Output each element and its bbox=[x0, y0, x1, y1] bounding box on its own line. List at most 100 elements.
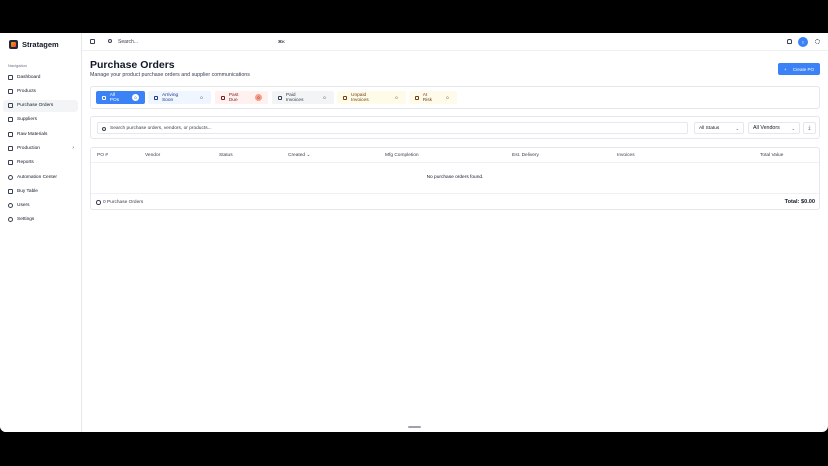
status-select-value: All Status bbox=[699, 125, 720, 131]
download-icon: ⤓ bbox=[808, 125, 811, 131]
sidebar-item-label: Products bbox=[17, 88, 36, 94]
bell-icon[interactable] bbox=[787, 39, 792, 44]
layers-icon bbox=[8, 131, 13, 137]
sidebar-item-purchase-orders[interactable]: Purchase Orders bbox=[3, 99, 78, 112]
filter-past-due[interactable]: Past Due 0 bbox=[215, 91, 268, 104]
search-icon bbox=[108, 39, 112, 43]
truck-icon bbox=[8, 117, 13, 123]
sidebar-item-label: Purchase Orders bbox=[17, 103, 54, 109]
automation-icon bbox=[8, 174, 13, 180]
order-count-icon bbox=[96, 200, 101, 205]
column-header-vendor[interactable]: Vendor bbox=[145, 153, 160, 158]
filter-arriving-soon[interactable]: Arriving Soon 0 bbox=[148, 91, 211, 104]
chevron-right-icon[interactable]: › bbox=[72, 145, 74, 151]
app-window: Stratagem Navigation Dashboard Products … bbox=[0, 33, 828, 432]
export-button[interactable]: ⤓ bbox=[803, 122, 816, 134]
sidebar-toggle-icon[interactable] bbox=[90, 39, 95, 44]
filter-all-pos[interactable]: All POs 0 bbox=[96, 91, 145, 104]
vendor-select[interactable]: All Vendors ⌄ bbox=[748, 122, 800, 134]
filter-paid-invoices[interactable]: Paid Invoices 0 bbox=[272, 91, 334, 104]
sidebar-item-label: Reports bbox=[17, 160, 34, 166]
column-header-invoices[interactable]: Invoices bbox=[617, 153, 635, 158]
filter-label: Unpaid Invoices bbox=[351, 92, 369, 103]
sidebar-item-raw-materials[interactable]: Raw Materials bbox=[3, 128, 78, 140]
create-po-button[interactable]: + Create PO bbox=[778, 63, 820, 75]
nav-caption: Navigation bbox=[8, 63, 27, 68]
sidebar-item-dashboard[interactable]: Dashboard bbox=[3, 71, 78, 83]
page-subtitle: Manage your product purchase orders and … bbox=[90, 72, 250, 78]
gear-icon[interactable] bbox=[815, 39, 820, 44]
table-footer: 0 Purchase Orders Total: $0.00 bbox=[91, 193, 819, 210]
column-header-mfg-completion[interactable]: Mfg Completion bbox=[385, 153, 419, 158]
shield-icon bbox=[415, 95, 419, 100]
create-po-label: Create PO bbox=[792, 66, 814, 72]
avatar[interactable]: T bbox=[798, 37, 808, 47]
filter-count: 0 bbox=[323, 95, 326, 100]
dollar-icon bbox=[278, 95, 282, 100]
filter-count: 0 bbox=[446, 95, 449, 100]
column-header-created[interactable]: Created ⌄ bbox=[288, 153, 310, 158]
sidebar-item-users[interactable]: Users bbox=[3, 200, 78, 212]
sidebar-item-settings[interactable]: Settings bbox=[3, 214, 78, 226]
filter-count: 0 bbox=[200, 95, 203, 100]
chevron-down-icon: ⌄ bbox=[791, 125, 795, 131]
logo-icon bbox=[9, 40, 18, 49]
filter-label: Paid Invoices bbox=[285, 92, 304, 103]
page-title: Purchase Orders bbox=[90, 59, 175, 71]
sidebar-item-buy-table[interactable]: Buy Table bbox=[3, 185, 78, 197]
filter-count: 0 bbox=[395, 95, 398, 100]
filter-bar: All POs 0 Arriving Soon 0 Past Due 0 Pai… bbox=[90, 86, 820, 109]
filter-label: Arriving Soon bbox=[161, 92, 179, 103]
filter-label: All POs bbox=[109, 92, 120, 103]
filter-at-risk[interactable]: At Risk 0 bbox=[409, 91, 457, 104]
column-header-label: Created bbox=[288, 153, 306, 158]
dashboard-icon bbox=[8, 74, 13, 80]
filter-count: 0 bbox=[255, 94, 262, 101]
sidebar-item-label: Suppliers bbox=[17, 117, 37, 123]
cart-icon bbox=[8, 103, 13, 109]
po-search-input[interactable]: Search purchase orders, vendors, or prod… bbox=[97, 122, 688, 134]
sort-chevron-icon: ⌄ bbox=[306, 153, 311, 158]
global-search-input[interactable]: Search... bbox=[118, 39, 138, 45]
plus-icon: + bbox=[784, 66, 787, 72]
filter-count: 0 bbox=[132, 94, 139, 101]
sidebar-item-production[interactable]: Production › bbox=[3, 142, 78, 154]
column-header-status[interactable]: Status bbox=[219, 153, 233, 158]
order-count: 0 Purchase Orders bbox=[103, 199, 144, 205]
sidebar-item-label: Production bbox=[17, 145, 40, 151]
sidebar-item-label: Users bbox=[17, 203, 30, 209]
column-header-est-delivery[interactable]: Est. Delivery bbox=[512, 153, 539, 158]
app-name: Stratagem bbox=[22, 40, 59, 49]
column-header-po[interactable]: PO # bbox=[97, 153, 108, 158]
search-icon bbox=[102, 126, 106, 131]
sidebar-item-label: Dashboard bbox=[17, 74, 41, 80]
warning-icon bbox=[221, 95, 225, 100]
sidebar-item-label: Automation Center bbox=[17, 174, 57, 180]
vendor-select-value: All Vendors bbox=[753, 125, 780, 131]
scroll-indicator bbox=[408, 426, 421, 428]
sidebar-item-label: Buy Table bbox=[17, 188, 38, 194]
users-icon bbox=[8, 203, 13, 209]
chevron-down-icon: ⌄ bbox=[735, 125, 739, 131]
filter-unpaid-invoices[interactable]: Unpaid Invoices 0 bbox=[337, 91, 406, 104]
table-header: PO # Vendor Status Created ⌄ Mfg Complet… bbox=[91, 148, 819, 163]
sidebar-item-automation-center[interactable]: Automation Center bbox=[3, 171, 78, 183]
brand[interactable]: Stratagem bbox=[9, 40, 59, 49]
sidebar: Stratagem Navigation Dashboard Products … bbox=[0, 33, 82, 432]
column-header-total-value[interactable]: Total Value bbox=[760, 153, 783, 158]
topbar: Search... ⌘K T bbox=[82, 33, 828, 51]
sidebar-item-label: Settings bbox=[17, 217, 35, 223]
table-icon bbox=[8, 188, 13, 194]
box-icon bbox=[8, 88, 13, 94]
sidebar-item-suppliers[interactable]: Suppliers bbox=[3, 114, 78, 126]
sidebar-item-label: Raw Materials bbox=[17, 131, 48, 137]
shortcut-hint: ⌘K bbox=[278, 39, 285, 44]
order-total: Total: $0.00 bbox=[784, 199, 815, 205]
card-icon bbox=[343, 95, 347, 100]
sidebar-item-products[interactable]: Products bbox=[3, 85, 78, 97]
status-select[interactable]: All Status ⌄ bbox=[694, 122, 744, 134]
filter-label: Past Due bbox=[228, 92, 239, 103]
chart-icon bbox=[8, 160, 13, 166]
empty-state: No purchase orders found. bbox=[426, 175, 484, 180]
sidebar-item-reports[interactable]: Reports bbox=[3, 157, 78, 169]
